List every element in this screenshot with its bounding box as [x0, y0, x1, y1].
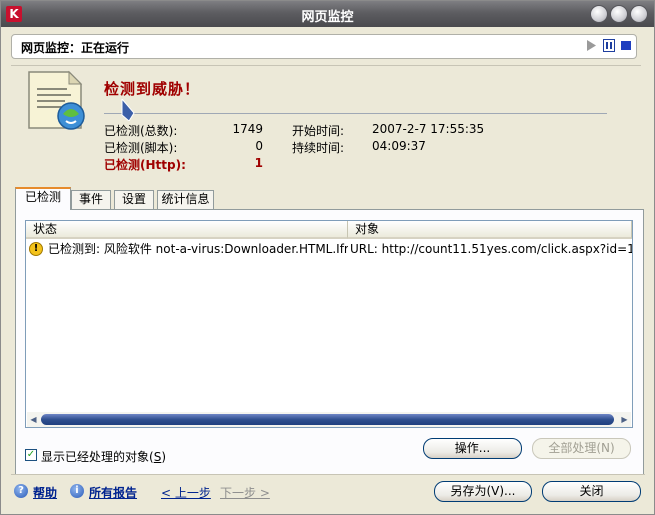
scroll-left-icon[interactable]: ◀ [28, 414, 39, 425]
detected-http-label: 已检测(Http): [104, 158, 186, 172]
separator [11, 474, 645, 475]
scroll-right-icon[interactable]: ▶ [619, 414, 630, 425]
detected-script-value: 0 [255, 139, 263, 153]
process-all-button[interactable]: 全部处理(N) [532, 438, 631, 459]
warning-icon: ! [29, 242, 43, 256]
threat-title: 检测到威胁！ [104, 80, 201, 98]
help-link[interactable]: 帮助 [33, 484, 57, 501]
web-monitor-window: K 网页监控 网页监控：正在运行 检测到威胁！ 已检测(总数): 1749 已检… [0, 0, 655, 515]
window-title: 网页监控 [301, 10, 354, 25]
info-icon[interactable]: i [70, 484, 84, 498]
all-reports-link[interactable]: 所有报告 [89, 484, 137, 501]
row-status-cell[interactable]: 已检测到: 风险软件 not-a-virus:Downloader.HTML.I… [48, 241, 348, 257]
duration-label: 持续时间: [292, 141, 345, 155]
stop-icon[interactable] [620, 39, 632, 52]
save-as-button[interactable]: 另存为(V)... [434, 481, 532, 502]
tab-events[interactable]: 事件 [71, 190, 111, 209]
detected-script-label: 已检测(脚本): [104, 141, 178, 155]
tab-settings[interactable]: 设置 [114, 190, 154, 209]
show-processed-label-suffix: ) [161, 450, 166, 464]
prev-step-link[interactable]: < 上一步 [161, 484, 211, 501]
detected-total-value: 1749 [232, 122, 263, 136]
horizontal-scrollbar[interactable]: ◀ ▶ [27, 412, 631, 427]
pause-icon[interactable] [603, 39, 615, 52]
show-processed-label[interactable]: 显示已经处理的对象(S) [41, 448, 166, 465]
start-time-label: 开始时间: [292, 124, 345, 138]
progress-marker-icon [121, 99, 135, 121]
action-button[interactable]: 操作... [423, 438, 522, 459]
play-icon[interactable] [585, 39, 597, 52]
status-text: 网页监控：正在运行 [21, 41, 130, 55]
row-object-cell[interactable]: URL: http://count11.51yes.com/click.aspx… [350, 241, 632, 257]
detected-objects-list[interactable]: 状态 对象 ! 已检测到: 风险软件 not-a-virus:Downloade… [25, 220, 633, 428]
maximize-button[interactable] [610, 5, 628, 23]
show-processed-label-prefix: 显示已经处理的对象( [41, 450, 154, 464]
duration-value: 04:09:37 [372, 139, 426, 153]
start-time-value: 2007-2-7 17:55:35 [372, 122, 485, 136]
status-panel: 网页监控：正在运行 [11, 34, 637, 59]
detected-http-value: 1 [254, 156, 263, 170]
document-shield-icon [28, 70, 85, 130]
help-icon[interactable]: ? [14, 484, 28, 498]
next-step-link[interactable]: 下一步 > [220, 484, 270, 501]
scrollbar-thumb[interactable] [41, 414, 614, 425]
tab-statistics[interactable]: 统计信息 [157, 190, 214, 209]
tab-detected[interactable]: 已检测 [15, 187, 71, 210]
progress-line [104, 113, 607, 114]
close-button[interactable]: 关闭 [542, 481, 641, 502]
minimize-button[interactable] [590, 5, 608, 23]
column-header-object[interactable]: 对象 [348, 221, 632, 239]
close-window-button[interactable] [630, 5, 648, 23]
column-header-status[interactable]: 状态 [26, 221, 348, 239]
title-bar[interactable]: K 网页监控 [1, 1, 654, 27]
separator [11, 65, 641, 66]
show-processed-checkbox[interactable]: ✓ [25, 449, 37, 461]
detected-total-label: 已检测(总数): [104, 124, 178, 138]
